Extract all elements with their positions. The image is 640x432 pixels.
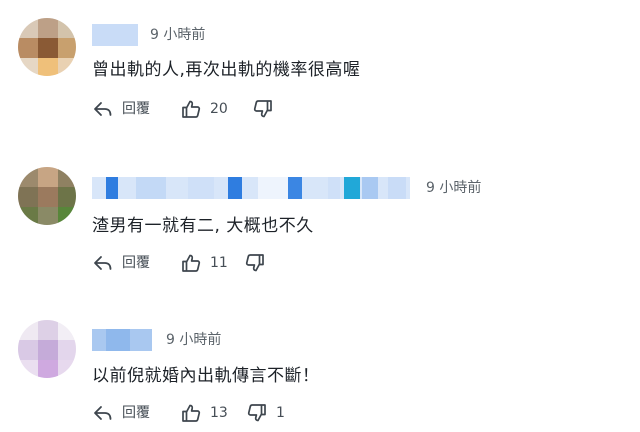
- comment-item: 9 小時前 以前倪就婚內出軌傳言不斷！ 回覆 13 1: [0, 288, 640, 432]
- comment-text: 以前倪就婚內出軌傳言不斷！: [92, 366, 320, 386]
- like-count: 13: [210, 405, 228, 421]
- reply-button[interactable]: 回覆: [92, 97, 150, 121]
- thumbs-down-icon: [244, 252, 266, 274]
- dislike-button[interactable]: [244, 251, 274, 275]
- reply-label: 回覆: [122, 255, 150, 271]
- timestamp: 9 小時前: [426, 180, 482, 196]
- reply-label: 回覆: [122, 405, 150, 421]
- thumbs-down-icon: [252, 98, 274, 120]
- username-blurred[interactable]: [92, 177, 410, 199]
- reply-label: 回覆: [122, 101, 150, 117]
- dislike-button[interactable]: 1: [246, 401, 285, 425]
- like-button[interactable]: 11: [180, 251, 228, 275]
- reply-arrow-icon: [92, 402, 114, 424]
- reply-arrow-icon: [92, 98, 114, 120]
- comment-text: 曾出軌的人,再次出軌的機率很高喔: [92, 60, 361, 80]
- timestamp: 9 小時前: [150, 27, 206, 43]
- thumbs-up-icon: [180, 252, 202, 274]
- timestamp: 9 小時前: [166, 332, 222, 348]
- avatar[interactable]: [18, 18, 76, 76]
- username-blurred[interactable]: [92, 329, 152, 351]
- comment-text: 渣男有一就有二, 大概也不久: [92, 216, 314, 236]
- thumbs-down-icon: [246, 402, 268, 424]
- thumbs-up-icon: [180, 402, 202, 424]
- reply-button[interactable]: 回覆: [92, 251, 150, 275]
- dislike-button[interactable]: [252, 97, 282, 121]
- like-count: 11: [210, 255, 228, 271]
- comment-item: 9 小時前 渣男有一就有二, 大概也不久 回覆 11: [0, 144, 640, 288]
- like-count: 20: [210, 101, 228, 117]
- reply-button[interactable]: 回覆: [92, 401, 150, 425]
- reply-arrow-icon: [92, 252, 114, 274]
- like-button[interactable]: 13: [180, 401, 228, 425]
- dislike-count: 1: [276, 405, 285, 421]
- comment-actions: 回覆 13 1: [92, 401, 292, 425]
- comment-actions: 回覆 20: [92, 97, 292, 121]
- username-blurred[interactable]: [92, 24, 138, 46]
- thumbs-up-icon: [180, 98, 202, 120]
- like-button[interactable]: 20: [180, 97, 228, 121]
- avatar[interactable]: [18, 167, 76, 225]
- avatar[interactable]: [18, 320, 76, 378]
- comment-actions: 回覆 11: [92, 251, 292, 275]
- comment-item: 9 小時前 曾出軌的人,再次出軌的機率很高喔 回覆 20: [0, 0, 640, 144]
